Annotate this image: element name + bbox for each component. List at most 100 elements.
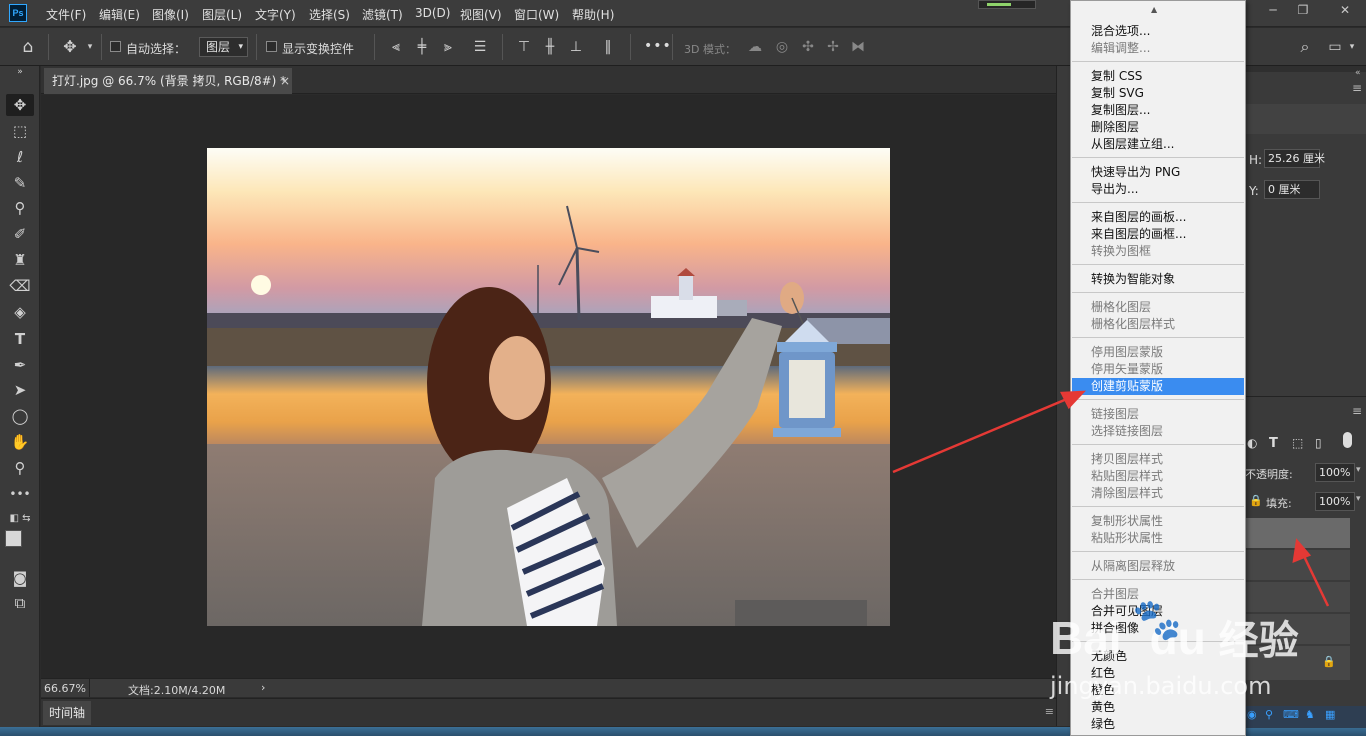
menu-item[interactable]: 3D(D) xyxy=(415,6,450,20)
path-select-tool-icon[interactable]: ➤ xyxy=(6,379,34,401)
pen-tool-icon[interactable]: ✒ xyxy=(6,354,34,376)
align-hcenter-icon[interactable]: ╪ xyxy=(412,37,432,57)
workspace-icon[interactable]: ▭ xyxy=(1325,37,1345,57)
menu-item[interactable]: 文字(Y) xyxy=(255,6,296,23)
menu-item[interactable]: 窗口(W) xyxy=(514,6,559,23)
align-right-icon[interactable]: ⫸ xyxy=(438,37,458,57)
panel-menu-icon[interactable]: ≡ xyxy=(1045,705,1054,718)
context-menu-item[interactable]: 复制 SVG xyxy=(1072,85,1244,102)
collapse-icon[interactable]: « xyxy=(1355,68,1361,78)
microphone-icon[interactable]: ⚲ xyxy=(1265,708,1273,721)
context-menu-item[interactable]: 转换为智能对象 xyxy=(1072,271,1244,288)
fill-field[interactable]: 100% xyxy=(1315,492,1355,511)
distribute-icon[interactable]: ☰ xyxy=(470,37,490,57)
context-menu-item[interactable]: 导出为... xyxy=(1072,181,1244,198)
3d-orbit-icon[interactable]: ☁ xyxy=(744,37,766,57)
align-left-icon[interactable]: ⫷ xyxy=(386,37,406,57)
context-menu-item[interactable]: 绿色 xyxy=(1072,716,1244,733)
chevron-down-icon[interactable]: ▾ xyxy=(1346,37,1358,57)
brush-tool-icon[interactable]: ✐ xyxy=(6,223,34,245)
zoom-level[interactable]: 66.67% xyxy=(44,682,86,695)
shape-filter-icon[interactable]: ⬚ xyxy=(1292,436,1303,450)
layer-row[interactable] xyxy=(1245,582,1350,612)
auto-select-dropdown[interactable]: 图层 ▾ xyxy=(199,37,248,57)
keyboard-icon[interactable]: ⌨ xyxy=(1283,708,1299,721)
quick-select-tool-icon[interactable]: ✎ xyxy=(6,172,34,194)
collapse-icon[interactable]: » xyxy=(6,66,34,78)
filter-toggle[interactable] xyxy=(1343,432,1352,448)
menu-item[interactable]: 帮助(H) xyxy=(572,6,614,23)
move-tool-icon[interactable]: ✥ xyxy=(6,94,34,116)
context-menu-item[interactable]: 来自图层的画框... xyxy=(1072,226,1244,243)
align-vcenter-icon[interactable]: ╫ xyxy=(540,37,560,57)
align-bottom-icon[interactable]: ⊥ xyxy=(566,37,586,57)
chevron-down-icon[interactable]: ▾ xyxy=(1356,465,1361,475)
context-menu-item[interactable]: 拼合图像 xyxy=(1072,620,1244,637)
panel-menu-icon[interactable]: ≡ xyxy=(1352,404,1362,418)
context-menu-item[interactable]: 红色 xyxy=(1072,665,1244,682)
quick-mask-icon[interactable]: ◙ xyxy=(6,567,34,589)
foreground-color-swatch[interactable] xyxy=(5,530,22,547)
tray-icon[interactable]: ◉ xyxy=(1247,708,1257,721)
menu-item[interactable]: 选择(S) xyxy=(309,6,350,23)
menu-item[interactable]: 滤镜(T) xyxy=(362,6,403,23)
close-window-button[interactable]: ✕ xyxy=(1331,2,1359,18)
lock-icon[interactable]: 🔒 xyxy=(1249,494,1263,507)
3d-slide-icon[interactable]: ✢ xyxy=(822,37,844,57)
context-menu-item[interactable]: 黄色 xyxy=(1072,699,1244,716)
minimize-button[interactable]: ─ xyxy=(1259,2,1287,18)
ellipse-tool-icon[interactable]: ◯ xyxy=(6,405,34,427)
height-field[interactable]: 25.26 厘米 xyxy=(1264,149,1325,168)
context-menu-item[interactable]: 创建剪贴蒙版 xyxy=(1072,378,1244,395)
show-transform-checkbox[interactable] xyxy=(266,41,277,52)
default-colors-icon[interactable]: ◧ ⇆ xyxy=(6,508,34,530)
opacity-field[interactable]: 100% xyxy=(1315,463,1355,482)
chevron-down-icon[interactable]: ▾ xyxy=(84,37,96,57)
zoom-tool-icon[interactable]: ⚲ xyxy=(6,457,34,479)
align-top-icon[interactable]: ⊤ xyxy=(514,37,534,57)
context-menu-item[interactable]: 复制 CSS xyxy=(1072,68,1244,85)
distribute-vertical-icon[interactable]: ‖ xyxy=(598,37,618,57)
layer-row[interactable] xyxy=(1245,614,1350,644)
chevron-down-icon[interactable]: ▾ xyxy=(1356,494,1361,504)
status-menu-arrow[interactable]: › xyxy=(261,681,265,694)
shirt-icon[interactable]: ♞ xyxy=(1305,708,1315,721)
document-tab[interactable]: 打灯.jpg @ 66.7% (背景 拷贝, RGB/8#) * × xyxy=(44,68,292,94)
adjustment-filter-icon[interactable]: ◐ xyxy=(1247,436,1257,450)
eyedropper-tool-icon[interactable]: ⚲ xyxy=(6,197,34,219)
context-menu-item[interactable]: 合并可见图层 xyxy=(1072,603,1244,620)
context-menu-item[interactable]: 无颜色 xyxy=(1072,648,1244,665)
layer-row-background[interactable]: 🔒 xyxy=(1245,646,1350,680)
menu-item[interactable]: 图层(L) xyxy=(202,6,242,23)
type-tool-icon[interactable]: T xyxy=(6,328,34,350)
type-filter-icon[interactable]: T xyxy=(1269,436,1278,451)
layer-row-selected[interactable] xyxy=(1245,518,1350,548)
document-image[interactable] xyxy=(207,148,890,626)
menu-item[interactable]: 图像(I) xyxy=(152,6,189,23)
restore-button[interactable]: ❐ xyxy=(1289,2,1317,18)
eraser-tool-icon[interactable]: ⌫ xyxy=(6,275,34,297)
menu-item[interactable]: 编辑(E) xyxy=(99,6,140,23)
more-tools-icon[interactable]: ••• xyxy=(6,483,34,505)
3d-scale-icon[interactable]: ⧓ xyxy=(847,37,869,57)
context-menu-item[interactable]: 快速导出为 PNG xyxy=(1072,164,1244,181)
paint-bucket-tool-icon[interactable]: ◈ xyxy=(6,301,34,323)
stamp-tool-icon[interactable]: ♜ xyxy=(6,249,34,271)
hand-tool-icon[interactable]: ✋ xyxy=(6,431,34,453)
grid-icon[interactable]: ▦ xyxy=(1325,708,1335,721)
menu-item[interactable]: 视图(V) xyxy=(460,6,502,23)
marquee-tool-icon[interactable]: ⬚ xyxy=(6,120,34,142)
context-menu-item[interactable]: 混合选项... xyxy=(1072,23,1244,40)
lasso-tool-icon[interactable]: ℓ xyxy=(6,146,34,168)
auto-select-checkbox[interactable] xyxy=(110,41,121,52)
layer-row[interactable] xyxy=(1245,550,1350,580)
3d-roll-icon[interactable]: ◎ xyxy=(771,37,793,57)
home-icon[interactable]: ⌂ xyxy=(18,37,38,57)
screen-mode-icon[interactable]: ⧉ xyxy=(6,592,34,614)
more-options-button[interactable]: ••• xyxy=(644,38,672,54)
context-menu-item[interactable]: 橙色 xyxy=(1072,682,1244,699)
panel-menu-icon[interactable]: ≡ xyxy=(1352,81,1362,95)
search-icon[interactable]: ⌕ xyxy=(1295,37,1315,57)
scroll-up-icon[interactable]: ▲ xyxy=(1151,5,1157,14)
context-menu-item[interactable]: 复制图层... xyxy=(1072,102,1244,119)
